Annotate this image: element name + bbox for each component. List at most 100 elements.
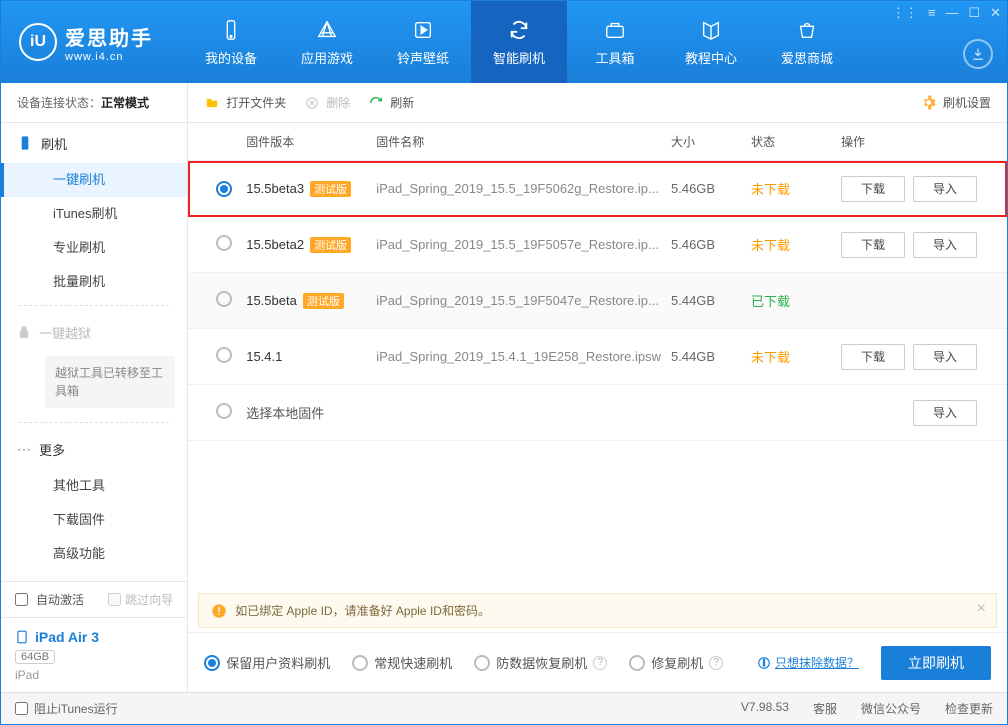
import-button[interactable]: 导入: [913, 176, 977, 202]
firmware-version: 15.5beta3测试版: [246, 181, 376, 197]
sidebar-item[interactable]: iTunes刷机: [1, 197, 187, 231]
download-button[interactable]: 下载: [841, 176, 905, 202]
nav-item-4[interactable]: 工具箱: [567, 1, 663, 83]
download-button[interactable]: 下载: [841, 232, 905, 258]
download-button[interactable]: 下载: [841, 344, 905, 370]
nav-item-2[interactable]: 铃声壁纸: [375, 1, 471, 83]
sidebar-group-more[interactable]: ⋯ 更多: [1, 429, 187, 469]
radio[interactable]: [629, 655, 645, 671]
block-itunes-checkbox[interactable]: [15, 702, 28, 715]
radio[interactable]: [216, 235, 232, 251]
select-local-firmware[interactable]: 选择本地固件: [246, 403, 841, 422]
col-version: 固件版本: [246, 133, 376, 150]
sidebar: 设备连接状态：正常模式 刷机 一键刷机iTunes刷机专业刷机批量刷机 一键越狱…: [1, 83, 188, 692]
divider: [19, 422, 169, 423]
nav-icon: [411, 18, 435, 42]
help-icon[interactable]: ?: [709, 656, 723, 670]
firmware-row[interactable]: 选择本地固件 导入: [188, 385, 1007, 441]
flash-option[interactable]: 防数据恢复刷机?: [474, 653, 607, 672]
firmware-row[interactable]: 15.5beta2测试版iPad_Spring_2019_15.5_19F505…: [188, 217, 1007, 273]
footer-support[interactable]: 客服: [813, 700, 837, 717]
erase-data-link[interactable]: 只想抹除数据？: [757, 654, 859, 671]
nav-item-0[interactable]: 我的设备: [183, 1, 279, 83]
nav-item-6[interactable]: 爱思商城: [759, 1, 855, 83]
firmware-size: 5.46GB: [671, 181, 751, 196]
sidebar-item[interactable]: 专业刷机: [1, 231, 187, 265]
jailbreak-note: 越狱工具已转移至工具箱: [45, 356, 175, 408]
app-header: ⋮⋮ ≡ — ☐ ✕ iU 爱思助手 www.i4.cn 我的设备应用游戏铃声壁…: [1, 1, 1007, 83]
auto-activate-row: 自动激活 跳过向导: [1, 582, 187, 618]
radio[interactable]: [216, 403, 232, 419]
toolbar: 打开文件夹 删除 刷新 刷机设置: [188, 83, 1007, 123]
sidebar-item[interactable]: 高级功能: [1, 537, 187, 571]
nav-item-3[interactable]: 智能刷机: [471, 1, 567, 83]
flash-options: 保留用户资料刷机 常规快速刷机 防数据恢复刷机? 修复刷机? 只想抹除数据？ 立即刷机: [188, 632, 1007, 692]
group-jailbreak-label: 一键越狱: [39, 323, 91, 342]
help-icon[interactable]: ?: [593, 656, 607, 670]
firmware-size: 5.46GB: [671, 237, 751, 252]
radio[interactable]: [216, 291, 232, 307]
win-maximize-icon[interactable]: ☐: [968, 5, 980, 21]
firmware-size: 5.44GB: [671, 293, 751, 308]
sidebar-item[interactable]: 批量刷机: [1, 265, 187, 299]
firmware-list: 15.5beta3测试版iPad_Spring_2019_15.5_19F506…: [188, 161, 1007, 593]
refresh-icon: [368, 95, 384, 111]
flash-option[interactable]: 修复刷机?: [629, 653, 723, 672]
refresh-button[interactable]: 刷新: [368, 94, 414, 111]
nav-icon: [603, 18, 627, 42]
sidebar-item[interactable]: 其他工具: [1, 469, 187, 503]
win-menu-icon[interactable]: ⋮⋮: [892, 5, 918, 21]
firmware-size: 5.44GB: [671, 349, 751, 364]
flash-settings-button[interactable]: 刷机设置: [921, 94, 991, 111]
win-minimize-icon[interactable]: —: [945, 5, 958, 21]
nav-item-1[interactable]: 应用游戏: [279, 1, 375, 83]
beta-tag: 测试版: [310, 237, 351, 253]
sidebar-group-flash[interactable]: 刷机: [1, 123, 187, 163]
firmware-status: 未下载: [751, 347, 841, 366]
skip-guide-label: 跳过向导: [125, 591, 173, 608]
gear-icon: [921, 95, 937, 111]
footer-wechat[interactable]: 微信公众号: [861, 700, 921, 717]
import-button[interactable]: 导入: [913, 344, 977, 370]
firmware-status: 未下载: [751, 179, 841, 198]
footer-update[interactable]: 检查更新: [945, 700, 993, 717]
radio[interactable]: [216, 347, 232, 363]
beta-tag: 测试版: [303, 293, 344, 309]
download-manager-icon[interactable]: [963, 39, 993, 69]
table-header: 固件版本 固件名称 大小 状态 操作: [188, 123, 1007, 161]
firmware-name: iPad_Spring_2019_15.5_19F5062g_Restore.i…: [376, 181, 671, 196]
nav-item-5[interactable]: 教程中心: [663, 1, 759, 83]
flash-now-button[interactable]: 立即刷机: [881, 646, 991, 680]
import-button[interactable]: 导入: [913, 232, 977, 258]
firmware-row[interactable]: 15.5beta3测试版iPad_Spring_2019_15.5_19F506…: [188, 161, 1007, 217]
radio[interactable]: [204, 655, 220, 671]
win-skin-icon[interactable]: ≡: [928, 5, 936, 21]
close-icon[interactable]: ×: [977, 600, 986, 618]
tip-text: 如已绑定 Apple ID，请准备好 Apple ID和密码。: [235, 602, 490, 619]
auto-activate-checkbox[interactable]: [15, 593, 28, 606]
firmware-name: iPad_Spring_2019_15.5_19F5057e_Restore.i…: [376, 237, 671, 252]
sidebar-item[interactable]: 下载固件: [1, 503, 187, 537]
firmware-version: 15.4.1: [246, 349, 376, 364]
win-close-icon[interactable]: ✕: [990, 5, 1001, 21]
appleid-tip: 如已绑定 Apple ID，请准备好 Apple ID和密码。 ×: [198, 593, 997, 628]
sidebar-item[interactable]: 一键刷机: [1, 163, 187, 197]
device-name[interactable]: iPad Air 3: [15, 628, 173, 646]
firmware-row[interactable]: 15.4.1iPad_Spring_2019_15.4.1_19E258_Res…: [188, 329, 1007, 385]
flash-option[interactable]: 保留用户资料刷机: [204, 653, 330, 672]
import-button[interactable]: 导入: [913, 400, 977, 426]
device-storage: 64GB: [15, 650, 55, 664]
device-info: iPad Air 3 64GB iPad: [1, 618, 187, 692]
window-controls: ⋮⋮ ≡ — ☐ ✕: [892, 5, 1001, 21]
radio[interactable]: [474, 655, 490, 671]
block-itunes[interactable]: 阻止iTunes运行: [15, 700, 118, 717]
firmware-name: iPad_Spring_2019_15.5_19F5047e_Restore.i…: [376, 293, 671, 308]
radio[interactable]: [216, 181, 232, 197]
main-nav: 我的设备应用游戏铃声壁纸智能刷机工具箱教程中心爱思商城: [183, 1, 855, 83]
radio[interactable]: [352, 655, 368, 671]
status-value: 正常模式: [101, 96, 149, 110]
flash-option[interactable]: 常规快速刷机: [352, 653, 452, 672]
delete-icon: [304, 95, 320, 111]
open-folder-button[interactable]: 打开文件夹: [204, 94, 286, 111]
firmware-row[interactable]: 15.5beta测试版iPad_Spring_2019_15.5_19F5047…: [188, 273, 1007, 329]
